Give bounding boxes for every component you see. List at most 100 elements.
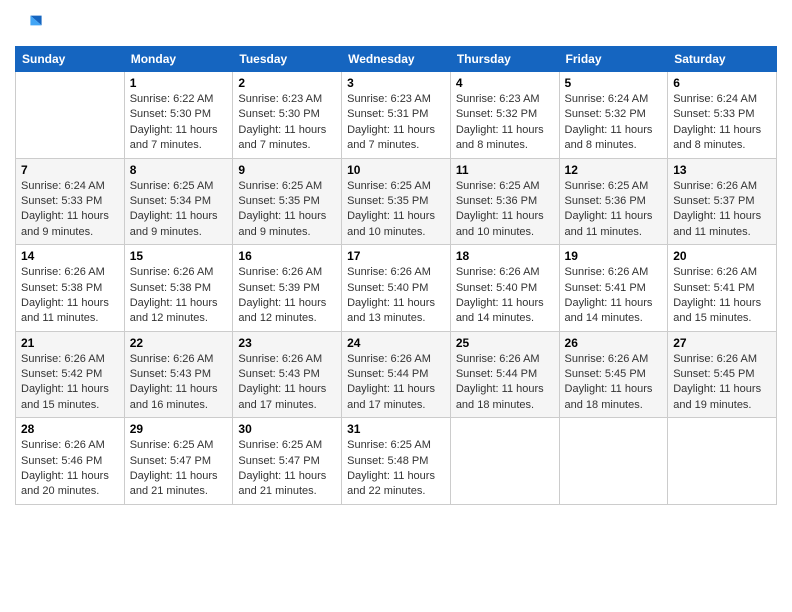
day-number: 5: [565, 76, 663, 90]
week-row-3: 14 Sunrise: 6:26 AMSunset: 5:38 PMDayligh…: [16, 245, 777, 332]
day-cell: 14 Sunrise: 6:26 AMSunset: 5:38 PMDayligh…: [16, 245, 125, 332]
day-info: Sunrise: 6:26 AMSunset: 5:38 PMDaylight:…: [130, 265, 228, 327]
day-cell: 6 Sunrise: 6:24 AMSunset: 5:33 PMDaylight…: [668, 72, 777, 159]
day-cell: [668, 418, 777, 505]
day-number: 21: [21, 336, 119, 350]
day-info: Sunrise: 6:26 AMSunset: 5:46 PMDaylight:…: [21, 438, 119, 500]
day-cell: 15Sunrise: 6:26 AMSunset: 5:38 PMDayligh…: [124, 245, 233, 332]
day-number: 17: [347, 249, 445, 263]
day-info: Sunrise: 6:25 AMSunset: 5:36 PMDaylight:…: [456, 179, 554, 241]
day-number: 22: [130, 336, 228, 350]
day-info: Sunrise: 6:25 AMSunset: 5:34 PMDaylight:…: [130, 179, 228, 241]
day-info: Sunrise: 6:26 AMSunset: 5:41 PMDaylight:…: [673, 265, 771, 327]
header-day-tuesday: Tuesday: [233, 47, 342, 72]
day-cell: 8 Sunrise: 6:25 AMSunset: 5:34 PMDaylight…: [124, 158, 233, 245]
day-cell: [16, 72, 125, 159]
day-number: 14: [21, 249, 119, 263]
day-info: Sunrise: 6:26 AMSunset: 5:43 PMDaylight:…: [238, 352, 336, 414]
day-number: 4: [456, 76, 554, 90]
day-number: 13: [673, 163, 771, 177]
week-row-2: 7 Sunrise: 6:24 AMSunset: 5:33 PMDaylight…: [16, 158, 777, 245]
day-number: 28: [21, 422, 119, 436]
day-info: Sunrise: 6:26 AMSunset: 5:44 PMDaylight:…: [456, 352, 554, 414]
day-cell: 11 Sunrise: 6:25 AMSunset: 5:36 PMDayligh…: [450, 158, 559, 245]
day-info: Sunrise: 6:25 AMSunset: 5:48 PMDaylight:…: [347, 438, 445, 500]
day-number: 7: [21, 163, 119, 177]
logo: [15, 10, 47, 38]
day-info: Sunrise: 6:24 AMSunset: 5:32 PMDaylight:…: [565, 92, 663, 154]
day-cell: 9Sunrise: 6:25 AMSunset: 5:35 PMDaylight…: [233, 158, 342, 245]
day-cell: 12Sunrise: 6:25 AMSunset: 5:36 PMDayligh…: [559, 158, 668, 245]
day-cell: 30 Sunrise: 6:25 AMSunset: 5:47 PMDayligh…: [233, 418, 342, 505]
day-number: 3: [347, 76, 445, 90]
day-info: Sunrise: 6:24 AMSunset: 5:33 PMDaylight:…: [673, 92, 771, 154]
day-cell: 16Sunrise: 6:26 AMSunset: 5:39 PMDayligh…: [233, 245, 342, 332]
day-cell: 20 Sunrise: 6:26 AMSunset: 5:41 PMDayligh…: [668, 245, 777, 332]
day-cell: 29 Sunrise: 6:25 AMSunset: 5:47 PMDayligh…: [124, 418, 233, 505]
day-cell: 3 Sunrise: 6:23 AMSunset: 5:31 PMDaylight…: [342, 72, 451, 159]
day-info: Sunrise: 6:26 AMSunset: 5:41 PMDaylight:…: [565, 265, 663, 327]
day-number: 30: [238, 422, 336, 436]
day-cell: 25 Sunrise: 6:26 AMSunset: 5:44 PMDayligh…: [450, 331, 559, 418]
day-cell: 2 Sunrise: 6:23 AMSunset: 5:30 PMDaylight…: [233, 72, 342, 159]
day-info: Sunrise: 6:26 AMSunset: 5:38 PMDaylight:…: [21, 265, 119, 327]
day-cell: 7 Sunrise: 6:24 AMSunset: 5:33 PMDaylight…: [16, 158, 125, 245]
day-info: Sunrise: 6:23 AMSunset: 5:32 PMDaylight:…: [456, 92, 554, 154]
day-info: Sunrise: 6:23 AMSunset: 5:31 PMDaylight:…: [347, 92, 445, 154]
day-number: 2: [238, 76, 336, 90]
day-cell: 31 Sunrise: 6:25 AMSunset: 5:48 PMDayligh…: [342, 418, 451, 505]
day-info: Sunrise: 6:26 AMSunset: 5:44 PMDaylight:…: [347, 352, 445, 414]
day-number: 18: [456, 249, 554, 263]
day-number: 11: [456, 163, 554, 177]
day-cell: 13 Sunrise: 6:26 AMSunset: 5:37 PMDayligh…: [668, 158, 777, 245]
day-number: 23: [238, 336, 336, 350]
day-number: 25: [456, 336, 554, 350]
day-cell: [450, 418, 559, 505]
day-cell: 5 Sunrise: 6:24 AMSunset: 5:32 PMDaylight…: [559, 72, 668, 159]
day-info: Sunrise: 6:26 AMSunset: 5:40 PMDaylight:…: [347, 265, 445, 327]
day-info: Sunrise: 6:22 AMSunset: 5:30 PMDaylight:…: [130, 92, 228, 154]
day-cell: 27 Sunrise: 6:26 AMSunset: 5:45 PMDayligh…: [668, 331, 777, 418]
day-cell: 17 Sunrise: 6:26 AMSunset: 5:40 PMDayligh…: [342, 245, 451, 332]
day-info: Sunrise: 6:25 AMSunset: 5:47 PMDaylight:…: [238, 438, 336, 500]
header-row: SundayMondayTuesdayWednesdayThursdayFrid…: [16, 47, 777, 72]
day-cell: 28 Sunrise: 6:26 AMSunset: 5:46 PMDayligh…: [16, 418, 125, 505]
day-number: 16: [238, 249, 336, 263]
day-number: 10: [347, 163, 445, 177]
day-info: Sunrise: 6:26 AMSunset: 5:40 PMDaylight:…: [456, 265, 554, 327]
header-day-saturday: Saturday: [668, 47, 777, 72]
day-cell: 21 Sunrise: 6:26 AMSunset: 5:42 PMDayligh…: [16, 331, 125, 418]
day-info: Sunrise: 6:26 AMSunset: 5:42 PMDaylight:…: [21, 352, 119, 414]
day-number: 29: [130, 422, 228, 436]
day-info: Sunrise: 6:26 AMSunset: 5:43 PMDaylight:…: [130, 352, 228, 414]
day-number: 20: [673, 249, 771, 263]
day-info: Sunrise: 6:24 AMSunset: 5:33 PMDaylight:…: [21, 179, 119, 241]
day-info: Sunrise: 6:25 AMSunset: 5:47 PMDaylight:…: [130, 438, 228, 500]
day-cell: [559, 418, 668, 505]
day-number: 8: [130, 163, 228, 177]
day-cell: 19 Sunrise: 6:26 AMSunset: 5:41 PMDayligh…: [559, 245, 668, 332]
day-cell: 10 Sunrise: 6:25 AMSunset: 5:35 PMDayligh…: [342, 158, 451, 245]
header-day-sunday: Sunday: [16, 47, 125, 72]
day-number: 19: [565, 249, 663, 263]
day-info: Sunrise: 6:26 AMSunset: 5:37 PMDaylight:…: [673, 179, 771, 241]
header-day-friday: Friday: [559, 47, 668, 72]
day-info: Sunrise: 6:25 AMSunset: 5:35 PMDaylight:…: [347, 179, 445, 241]
header-day-wednesday: Wednesday: [342, 47, 451, 72]
day-number: 26: [565, 336, 663, 350]
day-number: 31: [347, 422, 445, 436]
day-cell: 24 Sunrise: 6:26 AMSunset: 5:44 PMDayligh…: [342, 331, 451, 418]
week-row-5: 28 Sunrise: 6:26 AMSunset: 5:46 PMDayligh…: [16, 418, 777, 505]
day-cell: 18 Sunrise: 6:26 AMSunset: 5:40 PMDayligh…: [450, 245, 559, 332]
day-number: 27: [673, 336, 771, 350]
day-number: 24: [347, 336, 445, 350]
day-cell: 4 Sunrise: 6:23 AMSunset: 5:32 PMDaylight…: [450, 72, 559, 159]
day-info: Sunrise: 6:26 AMSunset: 5:45 PMDaylight:…: [673, 352, 771, 414]
logo-icon: [15, 10, 43, 38]
day-info: Sunrise: 6:23 AMSunset: 5:30 PMDaylight:…: [238, 92, 336, 154]
week-row-1: 1Sunrise: 6:22 AMSunset: 5:30 PMDaylight…: [16, 72, 777, 159]
day-number: 6: [673, 76, 771, 90]
calendar-table: SundayMondayTuesdayWednesdayThursdayFrid…: [15, 46, 777, 505]
week-row-4: 21 Sunrise: 6:26 AMSunset: 5:42 PMDayligh…: [16, 331, 777, 418]
day-cell: 1Sunrise: 6:22 AMSunset: 5:30 PMDaylight…: [124, 72, 233, 159]
